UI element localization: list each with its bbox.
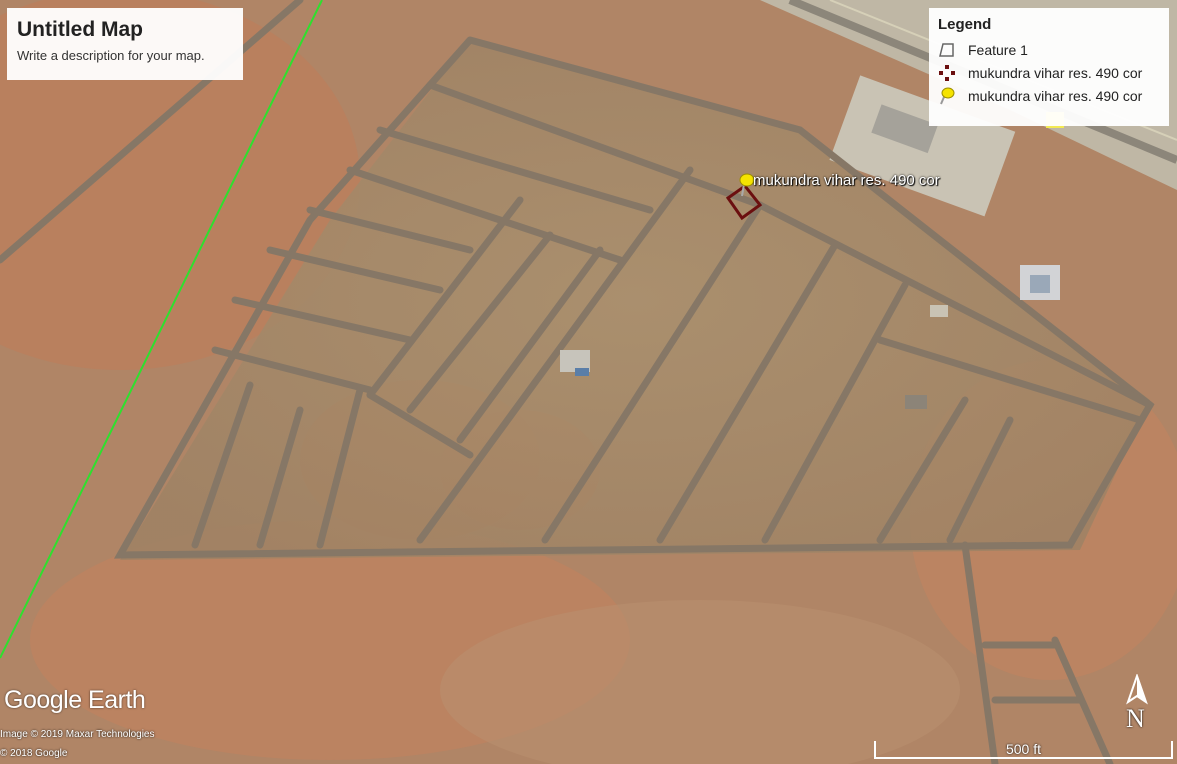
yellow-pushpin-icon bbox=[938, 87, 956, 105]
north-arrow-icon bbox=[1126, 672, 1148, 705]
legend-heading: Legend bbox=[938, 16, 992, 33]
google-earth-logo: Google Earth bbox=[4, 686, 146, 714]
imagery-credit: Image © 2019 Maxar Technologies bbox=[0, 729, 155, 740]
map-title-card[interactable]: Untitled Map Write a description for you… bbox=[7, 8, 243, 80]
map-description: Write a description for your map. bbox=[17, 48, 205, 63]
compass[interactable]: N bbox=[1124, 672, 1150, 734]
legend-item[interactable]: Feature 1 bbox=[938, 38, 1160, 61]
legend-item[interactable]: mukundra vihar res. 490 cor bbox=[938, 84, 1160, 107]
legend-panel: Legend Feature 1 mukundra vihar res. 490… bbox=[929, 8, 1169, 126]
copyright-credit: © 2018 Google bbox=[0, 748, 68, 759]
north-letter: N bbox=[1126, 704, 1145, 733]
scale-bar: 500 ft bbox=[874, 741, 1173, 759]
polygon-marker-icon bbox=[938, 64, 956, 82]
legend-item-label: mukundra vihar res. 490 cor bbox=[968, 87, 1143, 104]
legend-item-label: Feature 1 bbox=[968, 41, 1028, 58]
scale-bar-label: 500 ft bbox=[1005, 741, 1042, 757]
legend-item-label: mukundra vihar res. 490 cor bbox=[968, 64, 1143, 81]
polygon-outline-icon bbox=[938, 41, 956, 59]
legend-item[interactable]: mukundra vihar res. 490 cor bbox=[938, 61, 1160, 84]
map-title: Untitled Map bbox=[17, 18, 143, 41]
placemark-label[interactable]: mukundra vihar res. 490 cor bbox=[753, 172, 940, 189]
